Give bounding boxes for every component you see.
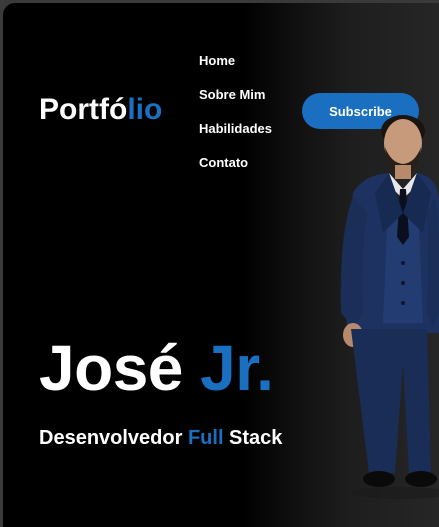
portrait-image [340,115,439,499]
logo-accent-text: lio [127,93,163,126]
logo-text: Portfó [39,93,128,126]
hero-subtitle-start: Desenvolvedor [39,427,188,449]
nav-link-sobre-mim[interactable]: Sobre Mim [199,87,272,121]
nav-link-home[interactable]: Home [199,53,272,87]
hero-subtitle: Desenvolvedor Full Stack [39,427,282,450]
hero-name-text: José [39,332,201,404]
hero-name: José Jr. [39,331,274,405]
hero-subtitle-accent: Full [187,427,224,449]
portfolio-page: Portfólio Home Sobre Mim Habilidades Con… [3,3,439,527]
browser-frame: Portfólio Home Sobre Mim Habilidades Con… [0,0,439,527]
hero-subtitle-end: Stack [223,427,283,449]
site-logo[interactable]: Portfólio [39,93,162,127]
hero-name-accent: Jr. [200,332,274,404]
main-nav: Home Sobre Mim Habilidades Contato [199,53,272,189]
nav-link-habilidades[interactable]: Habilidades [199,121,272,155]
nav-link-contato[interactable]: Contato [199,155,272,189]
